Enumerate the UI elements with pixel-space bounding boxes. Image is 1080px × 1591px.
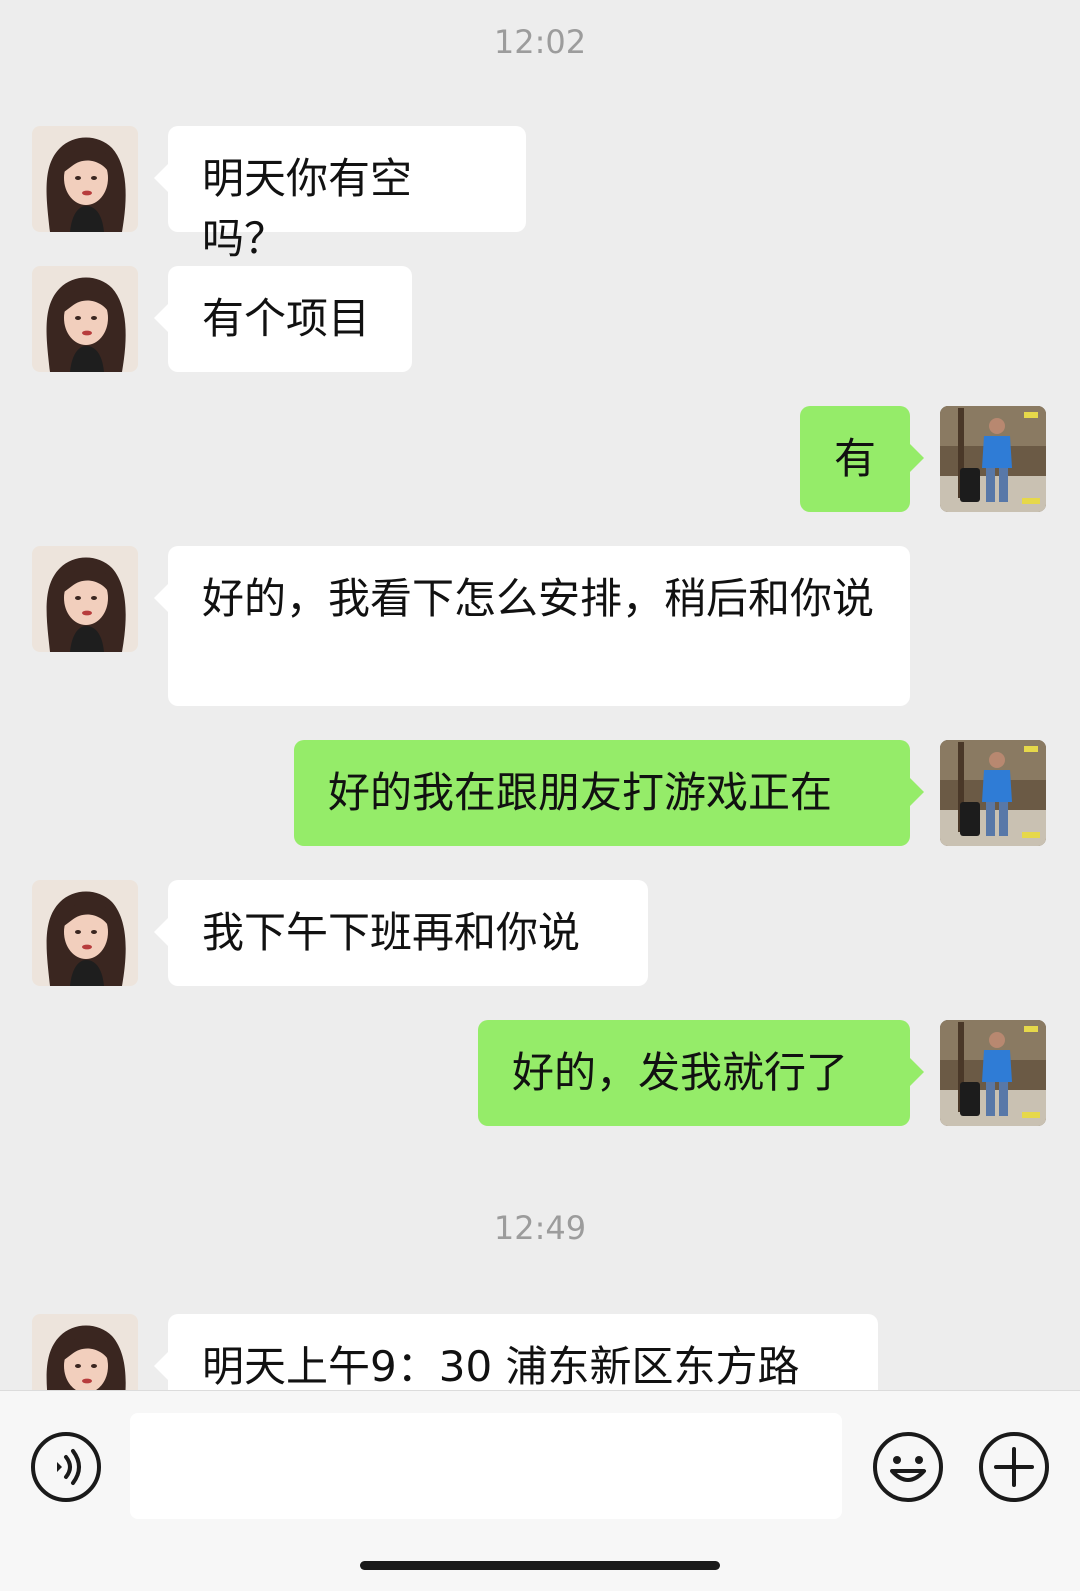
contact-avatar[interactable]	[32, 546, 138, 652]
contact-avatar[interactable]	[32, 1314, 138, 1390]
message-text: 明天上午9：30 浦东新区东方路	[202, 1342, 800, 1390]
emoji-icon	[873, 1432, 943, 1502]
my-avatar-image	[940, 1020, 1046, 1126]
contact-avatar[interactable]	[32, 126, 138, 232]
message-bubble-received[interactable]: 明天上午9：30 浦东新区东方路	[154, 1314, 878, 1390]
emoji-button[interactable]	[872, 1431, 944, 1503]
more-button[interactable]	[978, 1431, 1050, 1503]
contact-avatar-image	[32, 880, 138, 986]
my-avatar[interactable]	[940, 740, 1046, 846]
input-toolbar	[0, 1390, 1080, 1591]
message-bubble-received[interactable]: 有个项目	[154, 266, 412, 372]
my-avatar-image	[940, 406, 1046, 512]
contact-avatar[interactable]	[32, 266, 138, 372]
voice-icon	[31, 1432, 101, 1502]
contact-avatar[interactable]	[32, 880, 138, 986]
contact-avatar-image	[32, 266, 138, 372]
message-text: 我下午下班再和你说	[202, 908, 581, 957]
contact-avatar-image	[32, 546, 138, 652]
message-bubble-sent[interactable]: 好的我在跟朋友打游戏正在	[294, 740, 924, 846]
message-text: 有个项目	[202, 294, 371, 343]
message-bubble-sent[interactable]: 好的，发我就行了	[478, 1020, 924, 1126]
home-indicator[interactable]	[360, 1561, 720, 1570]
message-text: 有	[834, 434, 877, 483]
message-text: 好的，发我就行了	[512, 1048, 849, 1097]
timestamp: 12:49	[493, 1209, 587, 1247]
contact-avatar-image	[32, 1314, 138, 1390]
chat-area[interactable]: 12:02 明天你有空吗？ 有个项目 有 好的，我看下怎么安排，稍后和你说 好的…	[0, 0, 1080, 1390]
message-bubble-sent[interactable]: 有	[800, 406, 924, 512]
message-input[interactable]	[130, 1413, 842, 1519]
message-text: 好的我在跟朋友打游戏正在	[328, 768, 833, 817]
timestamp: 12:02	[493, 23, 587, 61]
contact-avatar-image	[32, 126, 138, 232]
message-text: 好的，我看下怎么安排，稍后和你说	[202, 574, 875, 623]
my-avatar-image	[940, 740, 1046, 846]
message-bubble-received[interactable]: 好的，我看下怎么安排，稍后和你说	[154, 546, 910, 706]
message-bubble-received[interactable]: 明天你有空吗？	[154, 126, 526, 263]
message-bubble-received[interactable]: 我下午下班再和你说	[154, 880, 648, 986]
voice-button[interactable]	[30, 1431, 102, 1503]
message-text: 明天你有空吗？	[202, 154, 413, 263]
plus-icon	[979, 1432, 1049, 1502]
my-avatar[interactable]	[940, 1020, 1046, 1126]
my-avatar[interactable]	[940, 406, 1046, 512]
